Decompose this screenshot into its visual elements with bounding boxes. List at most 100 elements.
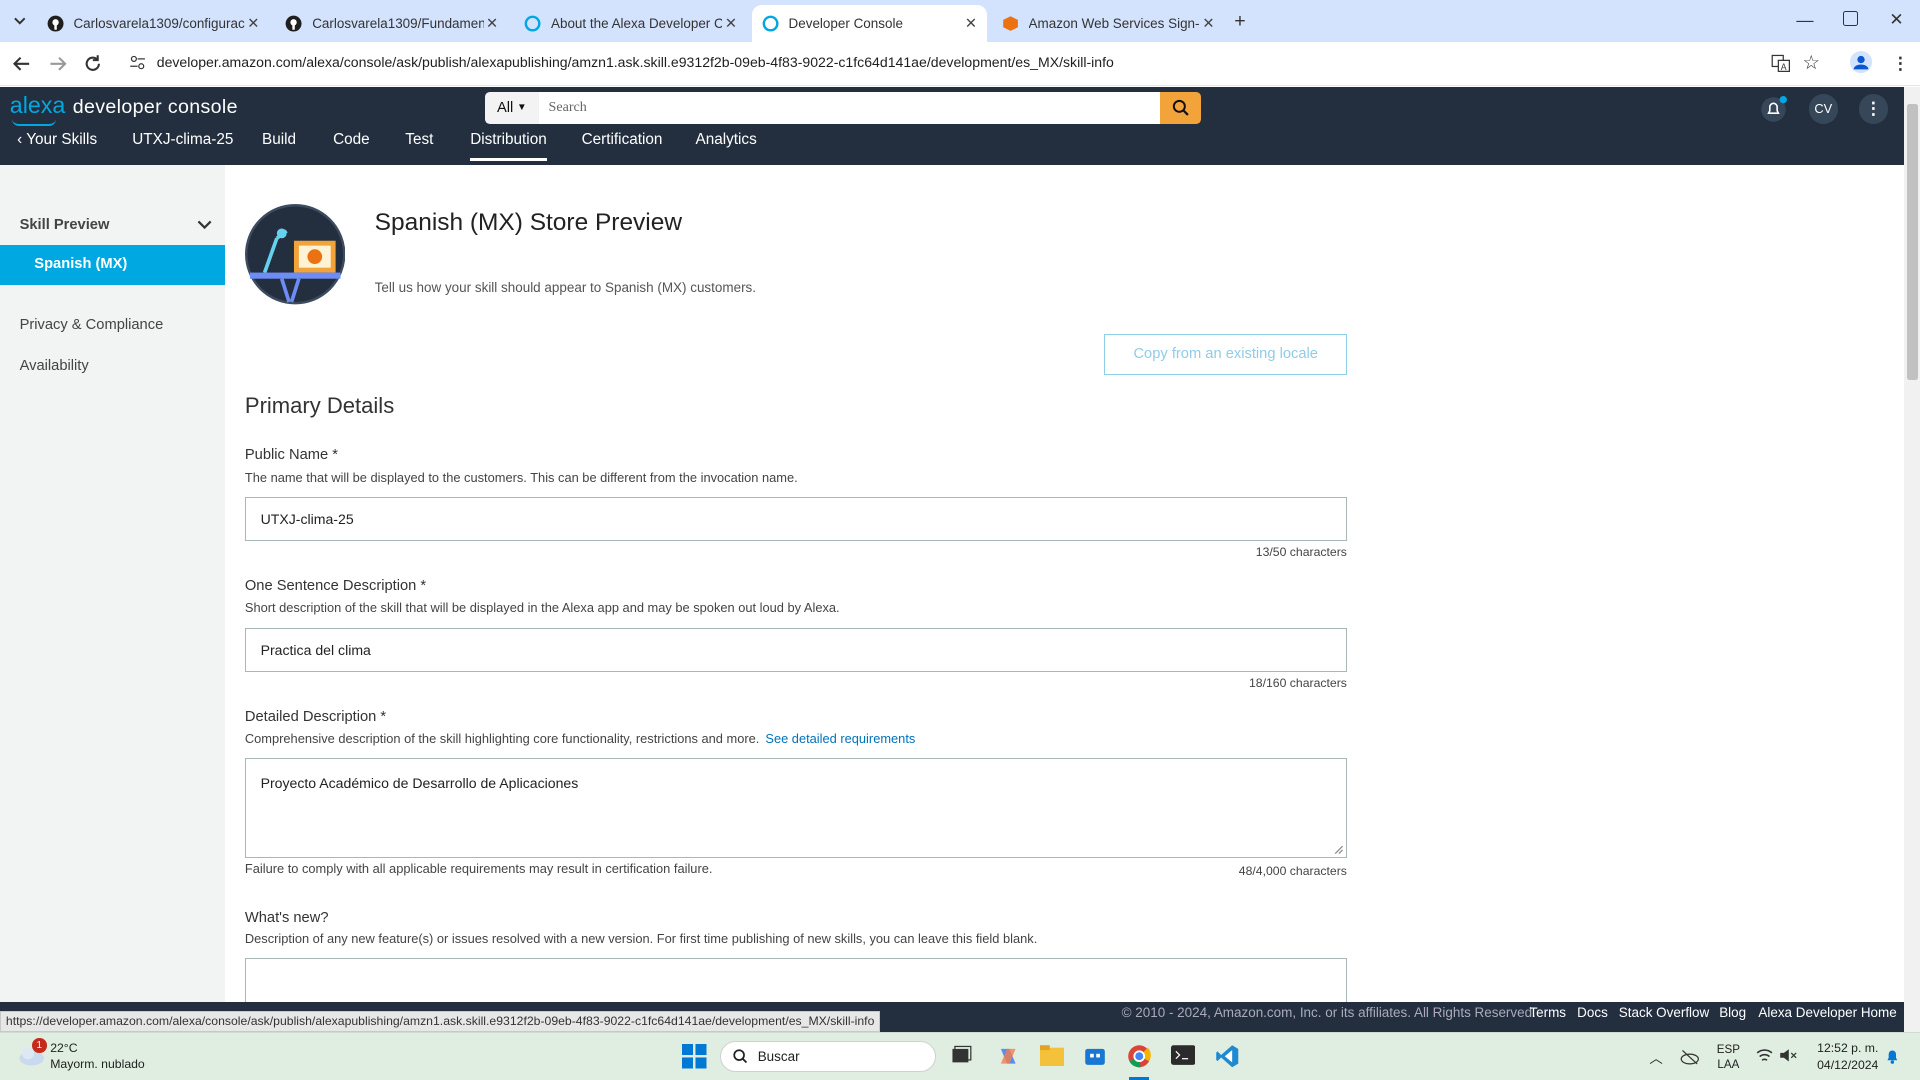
section-title: Primary Details — [244, 393, 395, 419]
tab-github-fundamentos[interactable]: Carlosvarela1309/Fundamentos ✕ — [276, 5, 509, 42]
search-placeholder: Search — [548, 99, 587, 116]
one-sentence-help: Short description of the skill that will… — [244, 599, 840, 615]
restore-button[interactable] — [1842, 11, 1858, 26]
close-icon[interactable]: ✕ — [1202, 15, 1214, 32]
resize-handle-icon[interactable] — [1334, 845, 1344, 855]
tab-about-alexa[interactable]: About the Alexa Developer Con ✕ — [514, 5, 747, 42]
nav-build[interactable]: Build — [262, 131, 296, 149]
field-value: Practica del clima — [260, 642, 371, 659]
microsoft-store-icon[interactable] — [1084, 1044, 1108, 1068]
search-input[interactable]: Search — [538, 91, 1160, 124]
back-button[interactable] — [12, 54, 32, 74]
nav-label: Test — [405, 131, 434, 149]
chevron-left-icon: ‹ — [17, 131, 23, 149]
close-icon[interactable]: ✕ — [965, 15, 977, 32]
profile-icon[interactable] — [1850, 51, 1873, 74]
file-explorer-icon[interactable] — [1039, 1044, 1065, 1068]
github-icon — [47, 15, 64, 32]
search-button[interactable] — [1159, 91, 1202, 124]
detailed-description-label: Detailed Description * — [244, 708, 387, 725]
terminal-icon[interactable] — [1170, 1044, 1196, 1068]
sidebar-item-label: Availability — [19, 357, 89, 374]
whats-new-help: Description of any new feature(s) or iss… — [244, 930, 1038, 946]
url-text: developer.amazon.com/alexa/console/ask/p… — [156, 53, 1114, 70]
tab-title: About the Alexa Developer Con — [550, 15, 723, 31]
logo-console-text: developer console — [72, 95, 238, 118]
bookmark-star-icon[interactable]: ☆ — [1802, 51, 1820, 75]
alexa-logo[interactable]: alexa developer console — [10, 92, 238, 119]
button-label: Copy from an existing locale — [1133, 346, 1318, 363]
new-tab-button[interactable]: + — [1234, 10, 1245, 33]
cloud-sync-icon[interactable] — [1680, 1048, 1700, 1065]
footer-link-terms[interactable]: Terms — [1529, 1005, 1566, 1020]
lang-bottom: LAA — [1717, 1058, 1740, 1072]
footer-link-alexa-home[interactable]: Alexa Developer Home — [1758, 1005, 1896, 1020]
nav-label: Distribution — [470, 131, 547, 149]
chrome-icon[interactable] — [1127, 1044, 1151, 1068]
public-name-input[interactable]: UTXJ-clima-25 — [244, 497, 1347, 542]
footer-link-blog[interactable]: Blog — [1719, 1005, 1746, 1020]
detailed-description-textarea[interactable]: Proyecto Académico de Desarrollo de Apli… — [244, 757, 1347, 859]
field-value: Proyecto Académico de Desarrollo de Apli… — [260, 774, 579, 791]
taskbar-search[interactable]: Buscar — [720, 1040, 936, 1073]
sidebar-item-availability[interactable]: Availability — [20, 358, 89, 374]
chevron-down-icon[interactable] — [196, 219, 213, 231]
close-icon[interactable]: ✕ — [725, 15, 737, 32]
nav-certification[interactable]: Certification — [582, 131, 663, 149]
volume-muted-icon[interactable] — [1779, 1048, 1799, 1063]
footer-link-docs[interactable]: Docs — [1577, 1005, 1608, 1020]
weather-desc: Mayorm. nublado — [50, 1056, 145, 1071]
copyright-text: © 2010 - 2024, Amazon.com, Inc. or its a… — [1121, 1005, 1536, 1021]
sidebar-item-privacy[interactable]: Privacy & Compliance — [20, 317, 164, 333]
forward-button[interactable] — [48, 54, 68, 74]
nav-skill-name[interactable]: UTXJ-clima-25 — [132, 131, 233, 149]
sidebar-item-label: Privacy & Compliance — [19, 317, 164, 334]
sidebar-section-skill-preview[interactable]: Skill Preview — [20, 217, 110, 233]
site-info-icon[interactable] — [129, 54, 146, 71]
notifications-button[interactable] — [1760, 95, 1787, 123]
close-window-button[interactable]: ✕ — [1889, 9, 1903, 30]
see-requirements-link[interactable]: See detailed requirements — [765, 731, 915, 746]
windows-start-icon[interactable] — [682, 1044, 707, 1069]
search-scope-dropdown[interactable]: All ▼ — [484, 91, 539, 124]
translate-icon[interactable]: A — [1771, 53, 1791, 72]
user-avatar[interactable]: CV — [1808, 94, 1838, 124]
close-icon[interactable]: ✕ — [247, 15, 259, 32]
show-hidden-icons[interactable]: ︿ — [1649, 1047, 1662, 1067]
footer-link-stack-overflow[interactable]: Stack Overflow — [1619, 1005, 1709, 1020]
page-title: Spanish (MX) Store Preview — [374, 209, 683, 237]
tab-aws-signin[interactable]: Amazon Web Services Sign-In ✕ — [992, 5, 1225, 42]
detailed-description-count: 48/4,000 characters — [1238, 864, 1347, 879]
minimize-button[interactable]: — — [1796, 10, 1813, 31]
close-icon[interactable]: ✕ — [486, 15, 498, 32]
nav-code[interactable]: Code — [333, 131, 370, 149]
more-options-icon[interactable]: ⋮ — [1858, 94, 1889, 124]
sidebar-item-spanish-mx[interactable]: Spanish (MX) — [0, 244, 226, 286]
tab-search-button[interactable] — [10, 11, 30, 31]
browser-menu-icon[interactable]: ⋮ — [1892, 53, 1909, 74]
tab-title: Developer Console — [788, 15, 903, 31]
notification-bell-icon[interactable] — [1885, 1048, 1900, 1064]
scrollbar-thumb[interactable] — [1906, 104, 1918, 380]
nav-your-skills[interactable]: ‹ Your Skills — [17, 131, 97, 149]
one-sentence-input[interactable]: Practica del clima — [244, 628, 1347, 673]
task-view-icon[interactable] — [950, 1044, 974, 1068]
taskbar-search-label: Buscar — [757, 1049, 800, 1064]
tab-github-configuracion[interactable]: Carlosvarela1309/configuracion ✕ — [37, 5, 270, 42]
tab-developer-console[interactable]: Developer Console ✕ — [751, 4, 987, 42]
nav-analytics[interactable]: Analytics — [696, 131, 757, 149]
vscode-icon[interactable] — [1215, 1044, 1239, 1068]
language-indicator[interactable]: ESP LAA — [1717, 1043, 1740, 1071]
svg-text:A: A — [1780, 63, 1786, 72]
windows-taskbar: 1 22°C Mayorm. nublado Buscar ︿ ESP LAA … — [0, 1032, 1920, 1080]
status-bar-url: https://developer.amazon.com/alexa/conso… — [0, 1011, 881, 1033]
alexa-icon — [524, 15, 541, 32]
copy-locale-button[interactable]: Copy from an existing locale — [1104, 334, 1347, 375]
nav-distribution[interactable]: Distribution — [470, 131, 547, 161]
clock[interactable]: 12:52 p. m. 04/12/2024 — [1800, 1041, 1878, 1073]
nav-test[interactable]: Test — [405, 131, 433, 149]
reload-button[interactable] — [83, 54, 103, 74]
copilot-icon[interactable] — [996, 1044, 1020, 1068]
vertical-scrollbar[interactable] — [1904, 86, 1920, 1033]
wifi-icon[interactable] — [1756, 1048, 1773, 1063]
